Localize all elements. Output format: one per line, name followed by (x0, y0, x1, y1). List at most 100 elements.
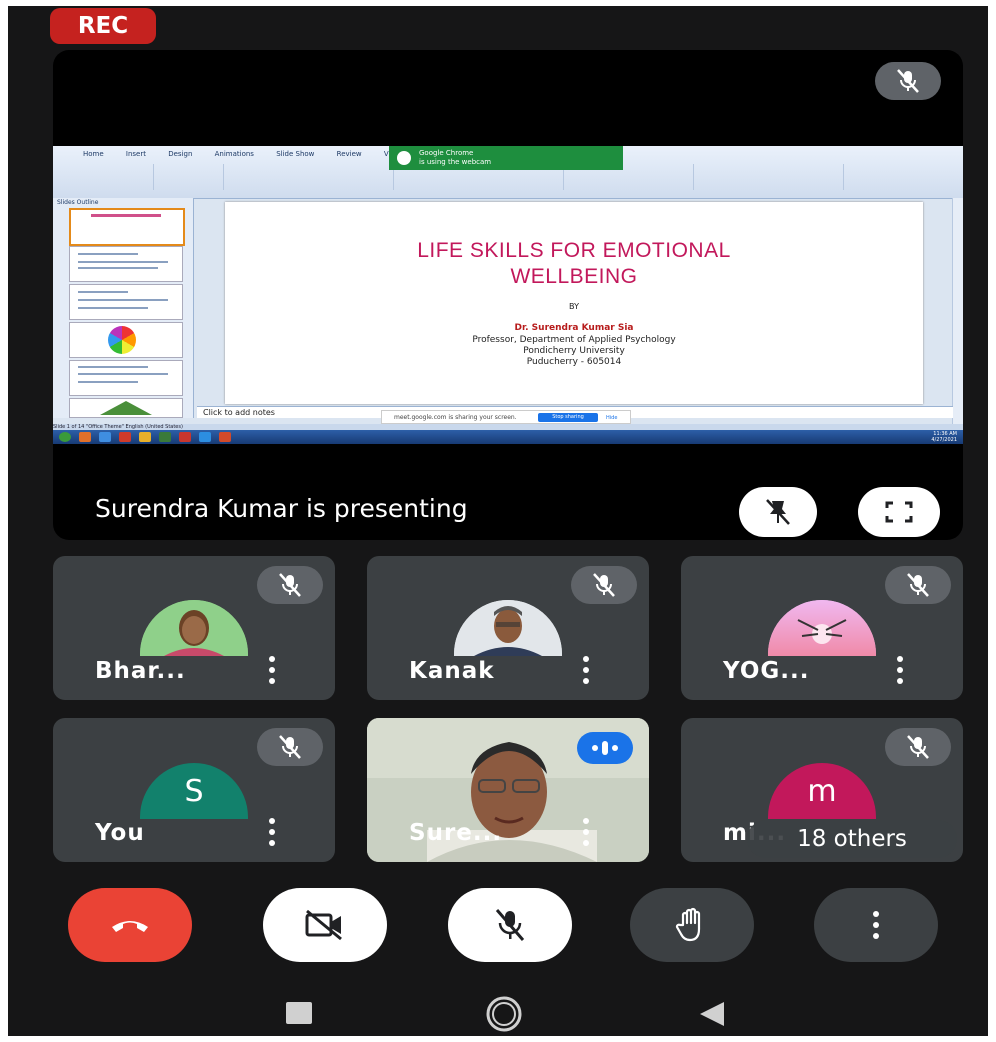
slide-thumbnail (69, 208, 185, 246)
mic-off-icon (885, 728, 951, 766)
fullscreen-button[interactable] (858, 487, 940, 537)
ribbon-tab: Insert (125, 150, 146, 158)
taskbar-app-icon (219, 432, 231, 442)
shared-screen: Home Insert Design Animations Slide Show… (53, 146, 963, 444)
participant-tile-self[interactable]: S You (53, 718, 335, 862)
sharing-notice-bar: meet.google.com is sharing your screen. … (381, 410, 631, 424)
taskbar-app-icon (119, 432, 131, 442)
mic-toggle-button[interactable] (448, 888, 572, 962)
avatar: m (768, 763, 876, 819)
slide-thumbnails: Slides Outline (53, 198, 194, 418)
avatar (454, 600, 562, 656)
more-icon[interactable] (267, 656, 277, 684)
clock-date: 4/27/2021 (931, 437, 957, 443)
presenting-label: Surendra Kumar is presenting (95, 494, 468, 523)
fullscreen-icon (885, 501, 913, 523)
taskbar-app-icon (79, 432, 91, 442)
more-icon[interactable] (267, 818, 277, 846)
slide-thumbnail (69, 398, 183, 418)
more-options-button[interactable] (814, 888, 938, 962)
ribbon-tabs: Home Insert Design Animations Slide Show… (83, 150, 420, 158)
avatar (768, 600, 876, 656)
slide-thumbnail (69, 322, 183, 358)
participant-tile-speaker[interactable]: Sure... (367, 718, 649, 862)
mic-off-icon (571, 566, 637, 604)
home-button[interactable] (484, 994, 524, 1034)
slide-scrollbar (952, 198, 963, 424)
slide-thumbnail (69, 360, 183, 396)
ribbon-group (153, 164, 224, 190)
ribbon-tab: Slide Show (276, 150, 315, 158)
stop-sharing-button: Stop sharing (538, 413, 598, 422)
current-slide: LIFE SKILLS FOR EMOTIONAL WELLBEING BY D… (225, 202, 923, 404)
webcam-icon (397, 151, 411, 165)
slide-author: Dr. Surendra Kumar Sia (514, 323, 634, 333)
slide-affiliation: Professor, Department of Applied Psychol… (472, 335, 676, 345)
taskbar-clock: 11:36 AM 4/27/2021 (931, 431, 957, 443)
others-count-badge[interactable]: 18 others (747, 820, 957, 858)
raise-hand-button[interactable] (630, 888, 754, 962)
taskbar-app-icon (179, 432, 191, 442)
more-icon[interactable] (581, 656, 591, 684)
speaking-indicator-icon (577, 732, 633, 764)
recents-icon[interactable] (286, 1002, 312, 1024)
participant-tile-others[interactable]: m mi... 18 others (681, 718, 963, 862)
more-icon[interactable] (581, 818, 591, 846)
camera-toggle-button[interactable] (263, 888, 387, 962)
slide-title: LIFE SKILLS FOR EMOTIONAL WELLBEING (225, 238, 923, 290)
slide-by: BY (569, 302, 579, 311)
unpin-button[interactable] (739, 487, 817, 537)
avatar (140, 600, 248, 656)
back-button[interactable] (698, 1000, 728, 1028)
ribbon-tab: Home (83, 150, 104, 158)
participant-tile[interactable]: Bhar... (53, 556, 335, 700)
participant-tile[interactable]: Kanak (367, 556, 649, 700)
ribbon-group (57, 164, 154, 190)
taskbar-app-icon (139, 432, 151, 442)
back-icon (700, 1002, 724, 1026)
slide-title-line: WELLBEING (510, 265, 638, 288)
end-call-button[interactable] (68, 888, 192, 962)
more-icon[interactable] (895, 656, 905, 684)
camera-off-icon (305, 909, 342, 941)
mic-off-icon (495, 909, 525, 941)
participant-name: Bhar... (95, 658, 186, 684)
end-call-icon (112, 921, 148, 932)
more-options-icon (871, 911, 881, 939)
participant-tile[interactable]: YOG... (681, 556, 963, 700)
ribbon-tab: Review (336, 150, 362, 158)
slide-thumbnail (69, 246, 183, 282)
slide-university: Pondicherry University (523, 346, 625, 356)
raise-hand-icon (675, 907, 701, 942)
hide-link: Hide (606, 415, 618, 421)
recording-badge: REC (50, 8, 156, 44)
chrome-note-text: is using the webcam (419, 158, 492, 166)
mic-off-icon (885, 566, 951, 604)
thumbnail-tabs: Slides Outline (57, 199, 99, 206)
taskbar-app-icon (99, 432, 111, 442)
ppt-ribbon: Home Insert Design Animations Slide Show… (53, 146, 963, 199)
participant-name: Sure... (409, 820, 503, 846)
participant-name: Kanak (409, 658, 495, 684)
meet-screen: REC Home Insert Design Animations Slide … (8, 6, 988, 1036)
avatar: S (140, 763, 248, 819)
ribbon-tab: Design (168, 150, 193, 158)
taskbar-app-icon (199, 432, 211, 442)
slide-thumbnail (69, 284, 183, 320)
chrome-note-title: Google Chrome (419, 149, 474, 157)
ribbon-tab: Animations (214, 150, 254, 158)
presentation-stage[interactable]: Home Insert Design Animations Slide Show… (53, 50, 963, 540)
sharing-notice-text: meet.google.com is sharing your screen. (394, 414, 517, 421)
chrome-webcam-notification: Google Chrome is using the webcam (389, 146, 623, 170)
taskbar-app-icon (159, 432, 171, 442)
slide-address: Puducherry - 605014 (526, 357, 622, 367)
participant-name: YOG... (723, 658, 810, 684)
start-icon (59, 432, 71, 442)
participant-name: You (95, 820, 145, 846)
home-icon (486, 996, 522, 1032)
ribbon-group (693, 164, 844, 190)
mic-off-icon (257, 566, 323, 604)
slide-title-line: LIFE SKILLS FOR EMOTIONAL (417, 239, 731, 262)
windows-taskbar: 11:36 AM 4/27/2021 (53, 430, 963, 444)
pin-off-icon (766, 499, 790, 525)
